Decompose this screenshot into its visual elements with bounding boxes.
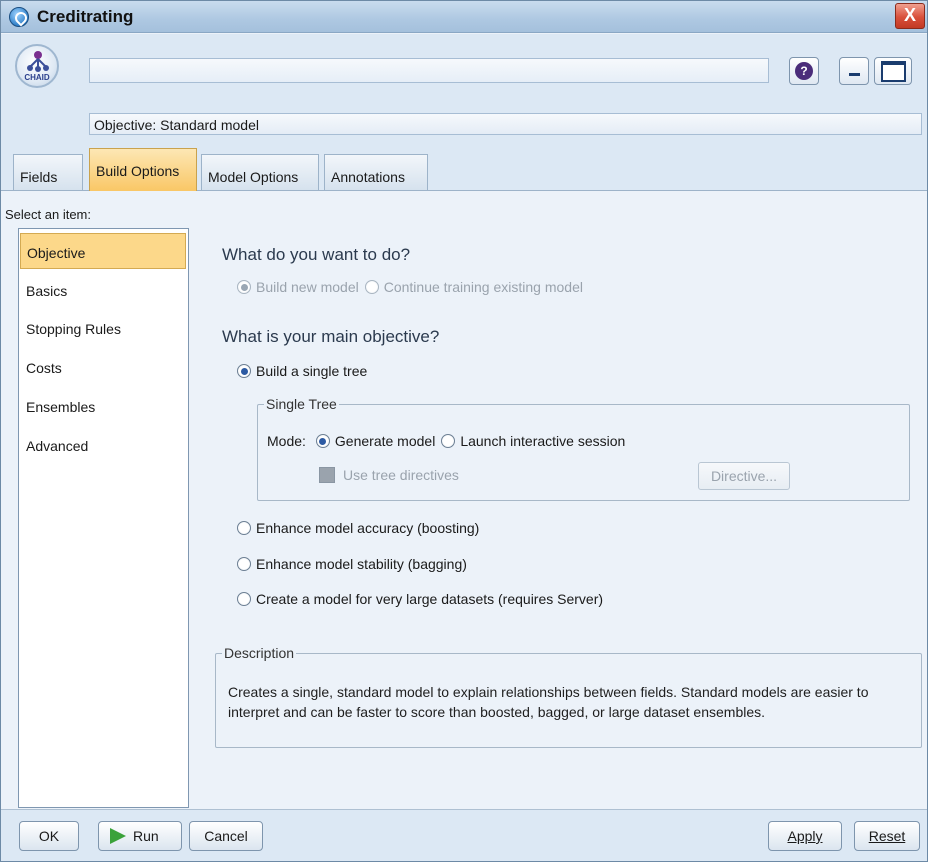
tab-build-options[interactable]: Build Options bbox=[89, 148, 197, 191]
heading-main-objective: What is your main objective? bbox=[222, 327, 440, 346]
heading-what-to-do: What do you want to do? bbox=[222, 245, 411, 264]
build-new-model-radio[interactable] bbox=[237, 280, 251, 294]
reset-button[interactable]: Reset bbox=[854, 821, 920, 851]
description-title: Description bbox=[222, 645, 297, 661]
radio-group-what-to-do: Build new model Continue training existi… bbox=[237, 279, 589, 295]
window-title: Creditrating bbox=[37, 7, 134, 26]
help-button[interactable]: ? bbox=[789, 57, 819, 85]
single-tree-radio[interactable] bbox=[237, 364, 251, 378]
generate-model-label: Generate model bbox=[334, 433, 436, 449]
tree-icon bbox=[27, 51, 49, 72]
generate-model-radio[interactable] bbox=[315, 434, 330, 448]
launch-interactive-label: Launch interactive session bbox=[460, 433, 626, 449]
maximize-icon bbox=[881, 61, 906, 82]
large-datasets-option[interactable]: Create a model for very large datasets (… bbox=[237, 591, 609, 607]
select-item-label: Select an item: bbox=[5, 207, 91, 222]
mode-label: Mode: bbox=[267, 433, 306, 449]
title-bar[interactable]: Creditrating X bbox=[1, 1, 927, 33]
single-tree-label: Build a single tree bbox=[256, 363, 368, 379]
continue-training-label: Continue training existing model bbox=[383, 279, 583, 295]
dialog-window: Creditrating X CHAID ? Objective: Standa… bbox=[0, 0, 928, 862]
large-datasets-label: Create a model for very large datasets (… bbox=[256, 591, 604, 607]
node-header: CHAID ? Objective: Standard model bbox=[1, 34, 927, 144]
directive-button[interactable]: Directive... bbox=[698, 462, 790, 490]
cancel-button[interactable]: Cancel bbox=[189, 821, 263, 851]
node-icon-label: CHAID bbox=[24, 73, 50, 82]
use-tree-directives-label: Use tree directives bbox=[343, 467, 459, 483]
minimize-button[interactable] bbox=[839, 57, 869, 85]
chaid-node-icon: CHAID bbox=[15, 44, 59, 88]
single-tree-group-title: Single Tree bbox=[264, 396, 339, 412]
app-icon bbox=[9, 7, 29, 27]
list-item-ensembles[interactable]: Ensembles bbox=[20, 388, 186, 424]
maximize-button[interactable] bbox=[874, 57, 912, 85]
node-name-field[interactable] bbox=[89, 58, 769, 83]
tab-fields[interactable]: Fields bbox=[13, 154, 83, 190]
mode-row: Mode: Generate model Launch interactive … bbox=[267, 433, 631, 449]
tab-annotations[interactable]: Annotations bbox=[324, 154, 428, 190]
run-button[interactable]: Run bbox=[98, 821, 182, 851]
use-tree-directives-checkbox[interactable] bbox=[319, 467, 335, 483]
list-item-advanced[interactable]: Advanced bbox=[20, 427, 186, 463]
list-item-costs[interactable]: Costs bbox=[20, 349, 186, 385]
button-bar: OK Run Cancel Apply Reset bbox=[1, 809, 927, 861]
tree-directives-row: Use tree directives bbox=[319, 467, 459, 483]
large-datasets-radio[interactable] bbox=[237, 592, 251, 606]
launch-interactive-radio[interactable] bbox=[441, 434, 456, 448]
objective-summary: Objective: Standard model bbox=[89, 113, 922, 135]
close-button[interactable]: X bbox=[895, 3, 925, 29]
single-tree-group: Single Tree Mode: Generate model Launch … bbox=[257, 396, 910, 501]
ok-button[interactable]: OK bbox=[19, 821, 79, 851]
bagging-label: Enhance model stability (bagging) bbox=[256, 556, 467, 572]
continue-training-radio[interactable] bbox=[364, 280, 379, 294]
bagging-radio[interactable] bbox=[237, 557, 251, 571]
bagging-option[interactable]: Enhance model stability (bagging) bbox=[237, 556, 473, 572]
single-tree-option[interactable]: Build a single tree bbox=[237, 363, 373, 379]
boosting-option[interactable]: Enhance model accuracy (boosting) bbox=[237, 520, 485, 536]
minimize-icon bbox=[849, 73, 860, 76]
boosting-label: Enhance model accuracy (boosting) bbox=[256, 520, 480, 536]
run-label: Run bbox=[133, 828, 159, 844]
build-new-model-label: Build new model bbox=[256, 279, 359, 295]
boosting-radio[interactable] bbox=[237, 521, 251, 535]
description-text: Creates a single, standard model to expl… bbox=[228, 684, 869, 720]
apply-button[interactable]: Apply bbox=[768, 821, 842, 851]
list-item-objective[interactable]: Objective bbox=[20, 233, 186, 269]
tab-bar: Fields Build Options Model Options Annot… bbox=[1, 144, 927, 191]
list-item-basics[interactable]: Basics bbox=[20, 272, 186, 308]
tab-model-options[interactable]: Model Options bbox=[201, 154, 319, 190]
objective-panel: What do you want to do? Build new model … bbox=[197, 223, 924, 808]
help-icon: ? bbox=[795, 62, 813, 80]
item-list: Objective Basics Stopping Rules Costs En… bbox=[18, 228, 189, 808]
play-icon bbox=[110, 828, 126, 844]
description-box: Description Creates a single, standard m… bbox=[215, 645, 922, 748]
list-item-stopping-rules[interactable]: Stopping Rules bbox=[20, 310, 186, 346]
